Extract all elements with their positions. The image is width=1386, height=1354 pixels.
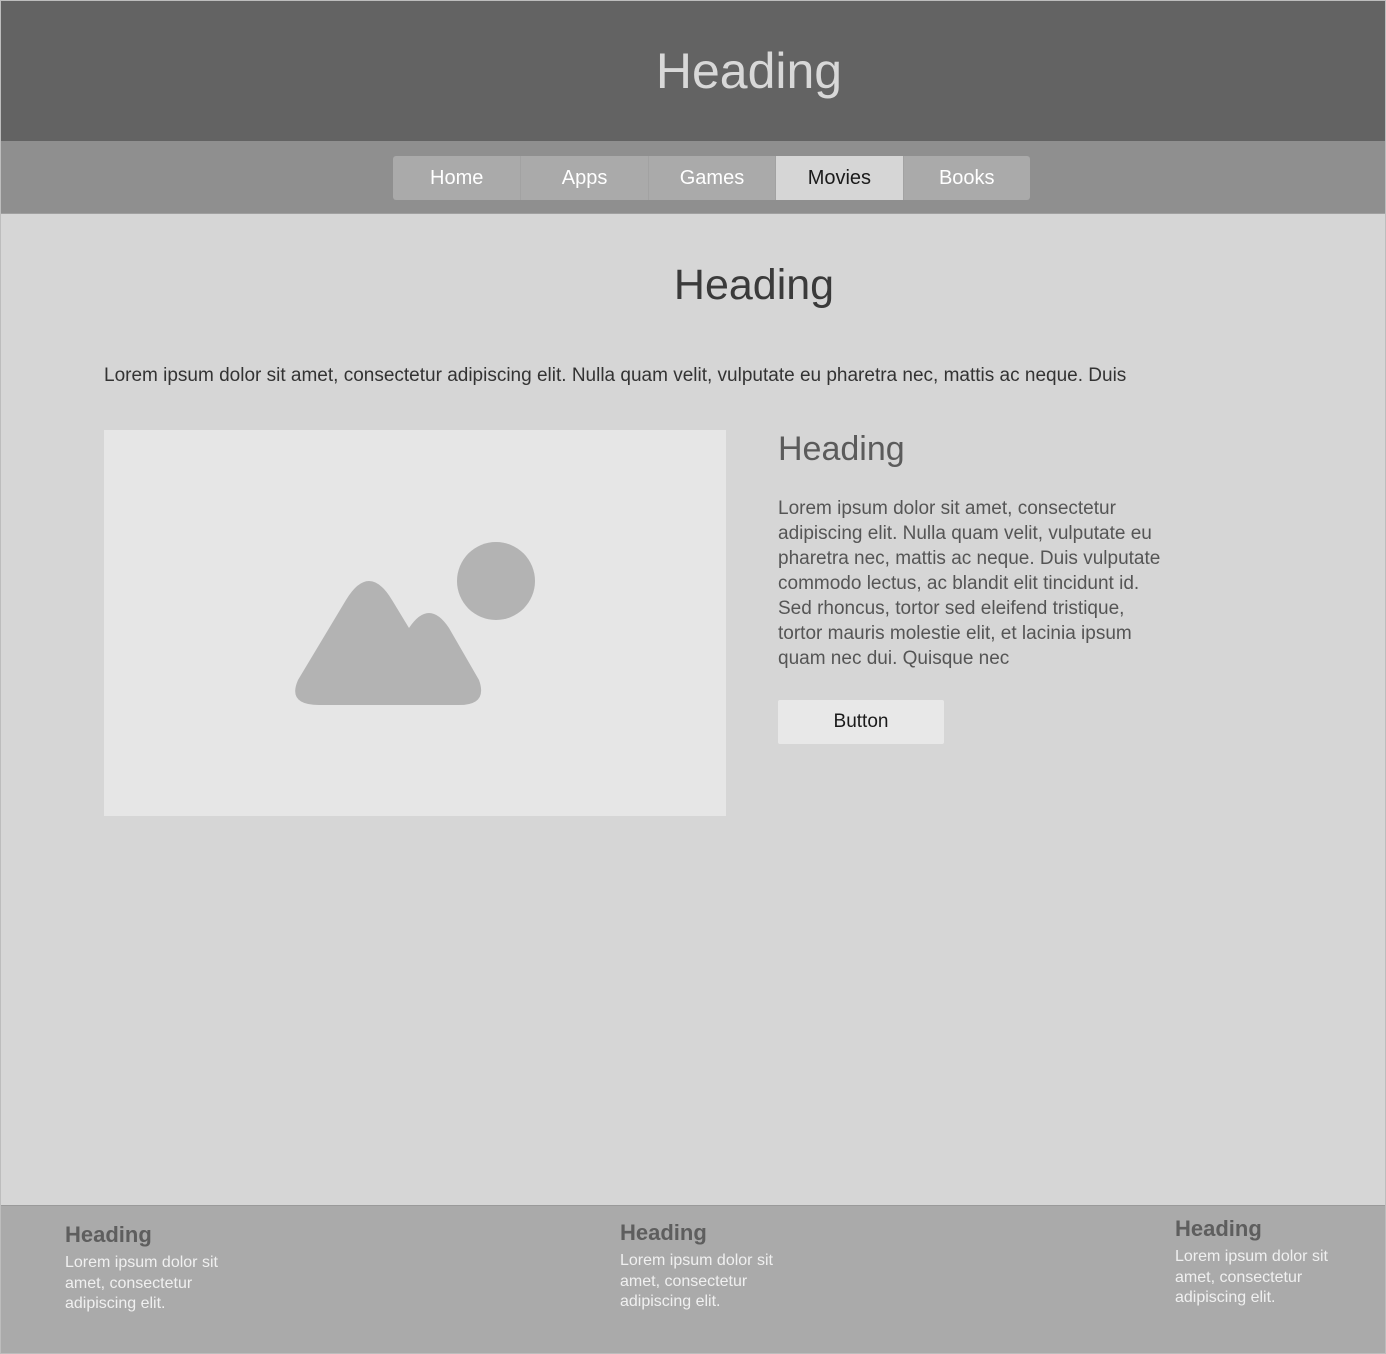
nav-tab-movies[interactable]: Movies xyxy=(775,156,903,200)
nav-tab-games[interactable]: Games xyxy=(647,156,775,200)
image-placeholder-icon xyxy=(295,542,535,705)
footer-text-2: Lorem ipsum dolor sit amet, consectetur … xyxy=(620,1252,773,1310)
footer-heading-1: Heading xyxy=(65,1222,152,1247)
card-button[interactable]: Button xyxy=(778,700,944,744)
nav-tab-books[interactable]: Books xyxy=(902,156,1030,200)
site-footer: Heading Lorem ipsum dolor sit amet, cons… xyxy=(1,1205,1385,1353)
nav-bar: Home Apps Games Movies Books xyxy=(1,141,1385,214)
footer-column-3: Heading Lorem ipsum dolor sit amet, cons… xyxy=(1175,1215,1335,1327)
site-header: Heading xyxy=(1,1,1385,141)
footer-text-3: Lorem ipsum dolor sit amet, consectetur … xyxy=(1175,1248,1328,1306)
card-text: Lorem ipsum dolor sit amet, consectetur … xyxy=(778,498,1161,669)
footer-text-1: Lorem ipsum dolor sit amet, consectetur … xyxy=(65,1254,218,1312)
page: Heading Home Apps Games Movies Books Hea… xyxy=(0,0,1386,1354)
footer-column-2: Heading Lorem ipsum dolor sit amet, cons… xyxy=(620,1219,780,1331)
nav-tab-home[interactable]: Home xyxy=(393,156,520,200)
footer-column-1: Heading Lorem ipsum dolor sit amet, cons… xyxy=(65,1221,225,1333)
site-title: Heading xyxy=(655,43,843,99)
main-heading: Heading xyxy=(673,261,835,309)
footer-heading-3: Heading xyxy=(1175,1216,1262,1241)
nav-tab-group: Home Apps Games Movies Books xyxy=(393,156,1030,200)
image-placeholder xyxy=(104,430,726,816)
nav-tab-apps[interactable]: Apps xyxy=(520,156,647,200)
card-heading: Heading xyxy=(778,430,905,468)
intro-paragraph: Lorem ipsum dolor sit amet, consectetur … xyxy=(104,365,1127,386)
footer-heading-2: Heading xyxy=(620,1220,707,1245)
